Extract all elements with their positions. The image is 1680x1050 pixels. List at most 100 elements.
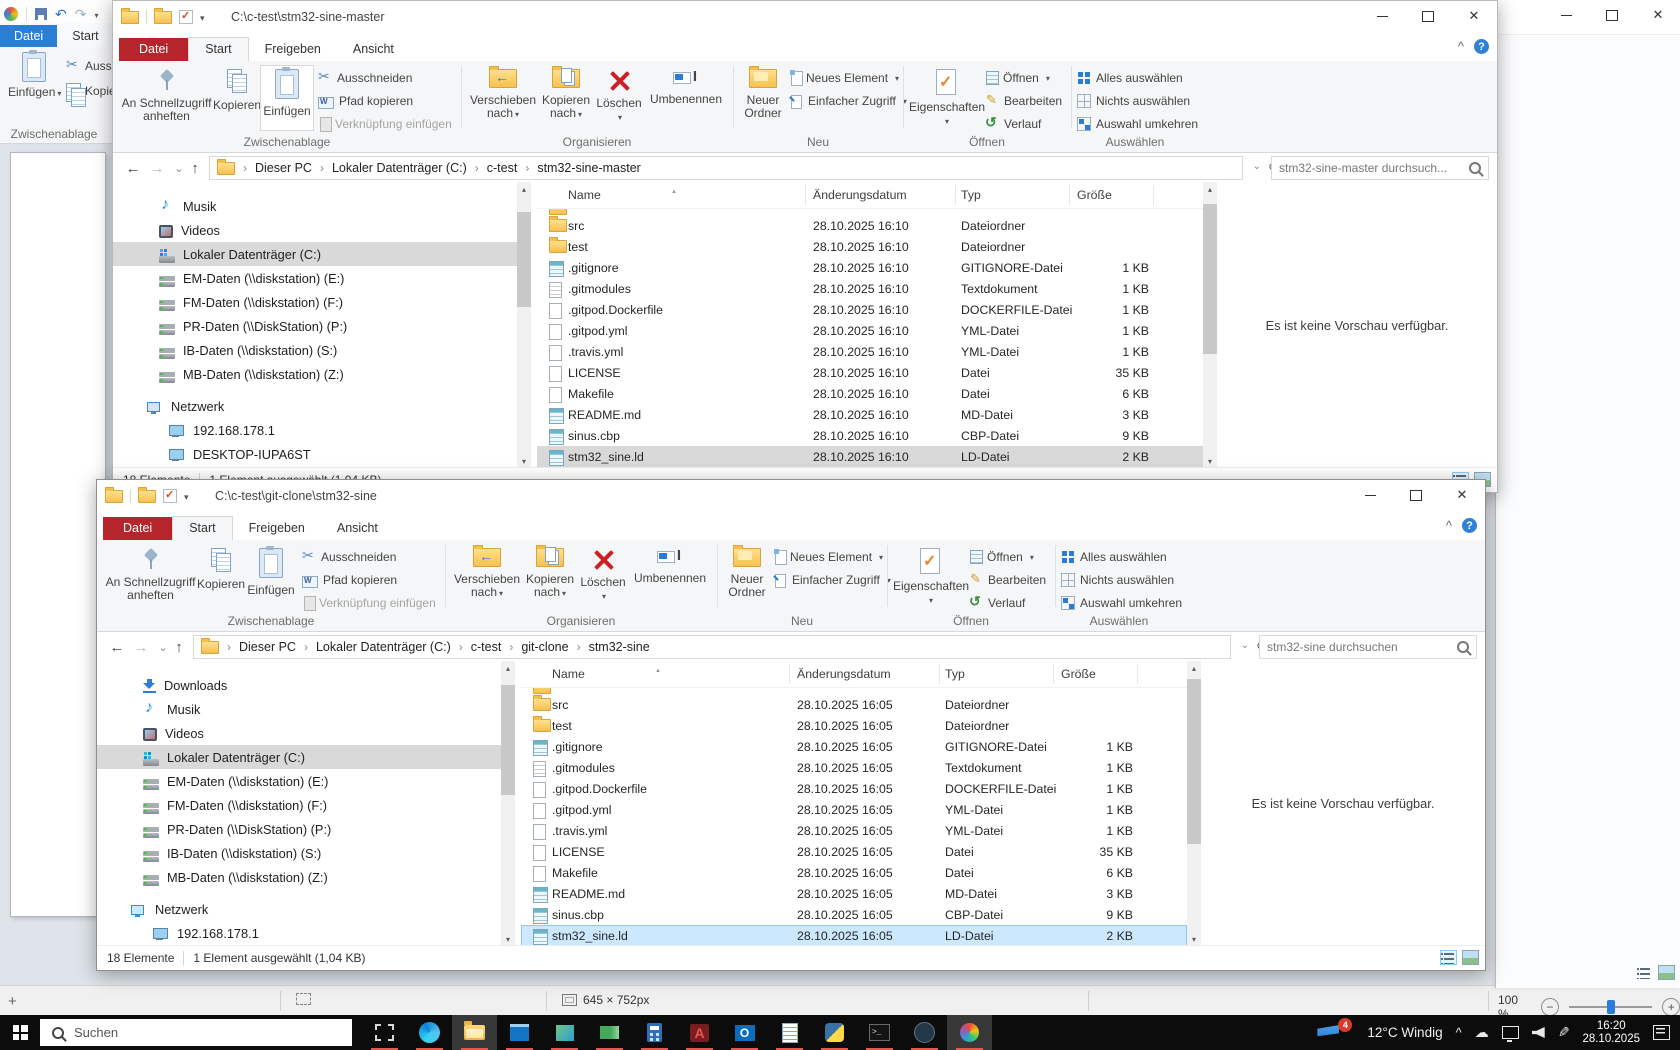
column-name[interactable]: Name	[552, 667, 585, 681]
qat-customize-icon[interactable]	[184, 489, 189, 503]
taskbar-app-window[interactable]	[497, 1015, 542, 1050]
easy-access-button[interactable]: Einfacher Zugriff ▾	[789, 91, 907, 111]
new-folder-button[interactable]: Neuer Ordner	[737, 66, 789, 130]
minimize-button[interactable]	[1347, 480, 1393, 510]
taskbar-app-paint[interactable]	[947, 1015, 992, 1050]
tab-ansicht[interactable]: Ansicht	[321, 517, 394, 540]
select-all-button[interactable]: Alles auswählen	[1077, 68, 1183, 88]
file-row[interactable]: .gitpod.yml 28.10.2025 16:05 YML-Datei 1…	[521, 799, 1187, 820]
properties-button[interactable]: Eigenschaften▾	[893, 545, 969, 609]
properties-check-icon[interactable]	[179, 9, 193, 24]
zoom-out-button[interactable]: −	[1541, 998, 1559, 1016]
list-scrollbar[interactable]	[1187, 661, 1201, 946]
file-row[interactable]: src 28.10.2025 16:05 Dateiordner	[521, 694, 1187, 715]
easy-access-button[interactable]: Einfacher Zugriff ▾	[773, 570, 891, 590]
pen-icon[interactable]	[1558, 1024, 1570, 1041]
nav-scrollbar[interactable]	[501, 661, 515, 946]
invert-selection-button[interactable]: Auswahl umkehren	[1077, 114, 1198, 134]
breadcrumb-item[interactable]: c-test	[451, 640, 502, 654]
maximize-button[interactable]	[1393, 480, 1439, 510]
column-date[interactable]: Änderungsdatum	[813, 188, 907, 202]
copy-to-button[interactable]: Kopieren nach ▾	[537, 66, 595, 130]
file-row[interactable]: src 28.10.2025 16:10 Dateiordner	[537, 215, 1203, 236]
sidebar-item[interactable]: 192.168.178.1	[113, 418, 517, 442]
file-row[interactable]: test 28.10.2025 16:05 Dateiordner	[521, 715, 1187, 736]
taskbar-app-photos[interactable]	[542, 1015, 587, 1050]
close-button[interactable]	[1635, 0, 1680, 30]
column-type[interactable]: Typ	[945, 667, 965, 681]
sidebar-item[interactable]: Lokaler Datenträger (C:)	[97, 745, 501, 769]
sidebar-item[interactable]: MB-Daten (\\diskstation) (Z:)	[97, 865, 501, 889]
breadcrumb-item[interactable]: stm32-sine-master	[517, 161, 641, 175]
close-button[interactable]	[1439, 480, 1485, 510]
taskbar-app-calculator[interactable]	[632, 1015, 677, 1050]
nav-scrollbar[interactable]	[517, 182, 531, 468]
open-button[interactable]: Öffnen ▾	[969, 547, 1034, 567]
tab-datei[interactable]: Datei	[103, 517, 173, 540]
up-button[interactable]	[185, 157, 205, 179]
sidebar-item[interactable]: Musik	[97, 697, 501, 721]
sidebar-item[interactable]: Lokaler Datenträger (C:)	[113, 242, 517, 266]
taskbar-app-devices[interactable]	[587, 1015, 632, 1050]
sidebar-item[interactable]: MB-Daten (\\diskstation) (Z:)	[113, 362, 517, 386]
tray-expand-icon[interactable]	[1456, 1025, 1462, 1040]
details-view-button[interactable]	[1440, 950, 1457, 965]
minimize-button[interactable]	[1359, 1, 1405, 31]
new-item-button[interactable]: Neues Element ▾	[773, 547, 883, 567]
paste-button[interactable]: Einfügen	[245, 545, 297, 609]
sidebar-item[interactable]: PR-Daten (\\DiskStation) (P:)	[97, 817, 501, 841]
breadcrumb-item[interactable]: stm32-sine	[569, 640, 650, 654]
cut-button[interactable]: Ausschneiden	[318, 68, 412, 88]
breadcrumb-item[interactable]: Dieser PC	[235, 161, 312, 175]
forward-button[interactable]	[147, 157, 167, 179]
taskbar-app-explorer[interactable]	[452, 1015, 497, 1050]
sidebar-item[interactable]: IB-Daten (\\diskstation) (S:)	[97, 841, 501, 865]
file-row[interactable]: sinus.cbp 28.10.2025 16:10 CBP-Datei 9 K…	[537, 425, 1203, 446]
properties-check-icon[interactable]	[163, 488, 177, 503]
collapse-ribbon-icon[interactable]	[1458, 39, 1464, 54]
file-row[interactable]: LICENSE 28.10.2025 16:10 Datei 35 KB	[537, 362, 1203, 383]
file-row[interactable]: stm32_sine.ld 28.10.2025 16:05 LD-Datei …	[521, 925, 1187, 946]
tab-start[interactable]: Start	[172, 516, 233, 540]
paste-button[interactable]: Einfügen	[260, 65, 314, 131]
file-row[interactable]: LICENSE 28.10.2025 16:05 Datei 35 KB	[521, 841, 1187, 862]
file-row[interactable]: test 28.10.2025 16:10 Dateiordner	[537, 236, 1203, 257]
onedrive-icon[interactable]	[1475, 1024, 1489, 1041]
copy-path-button[interactable]: Pfad kopieren	[302, 570, 397, 590]
qat-dropdown-icon[interactable]	[94, 7, 98, 21]
redo-icon[interactable]	[75, 6, 87, 23]
file-row[interactable]: Makefile 28.10.2025 16:05 Datei 6 KB	[521, 862, 1187, 883]
sidebar-item[interactable]: Videos	[113, 218, 517, 242]
cut-button[interactable]: Ausschneiden	[302, 547, 396, 567]
file-row[interactable]: Makefile 28.10.2025 16:10 Datei 6 KB	[537, 383, 1203, 404]
file-row[interactable]: .travis.yml 28.10.2025 16:10 YML-Datei 1…	[537, 341, 1203, 362]
back-button[interactable]	[123, 157, 143, 179]
zoom-slider[interactable]	[1568, 1000, 1653, 1014]
file-row[interactable]: README.md 28.10.2025 16:10 MD-Datei 3 KB	[537, 404, 1203, 425]
move-to-button[interactable]: Verschiebennach▾	[469, 66, 537, 130]
taskbar-app-outlook[interactable]	[722, 1015, 767, 1050]
copy-button[interactable]: Kopieren	[213, 66, 261, 130]
file-row[interactable]: .gitpod.yml 28.10.2025 16:10 YML-Datei 1…	[537, 320, 1203, 341]
column-size[interactable]: Größe	[1061, 667, 1096, 681]
volume-icon[interactable]	[1531, 1027, 1545, 1038]
help-icon[interactable]	[1474, 39, 1489, 54]
close-button[interactable]	[1451, 1, 1497, 31]
paint-tab-datei[interactable]: Datei	[0, 25, 58, 47]
breadcrumb-item[interactable]: git-clone	[501, 640, 568, 654]
sidebar-item[interactable]: EM-Daten (\\diskstation) (E:)	[113, 266, 517, 290]
sidebar-item[interactable]: Videos	[97, 721, 501, 745]
column-date[interactable]: Änderungsdatum	[797, 667, 891, 681]
breadcrumb-item[interactable]: Lokaler Datenträger (C:)	[312, 161, 467, 175]
taskbar-search-input[interactable]: Suchen	[40, 1019, 352, 1046]
breadcrumb[interactable]: Dieser PCLokaler Datenträger (C:)c-tests…	[209, 156, 1243, 180]
list-scrollbar[interactable]	[1203, 182, 1217, 468]
select-all-button[interactable]: Alles auswählen	[1061, 547, 1167, 567]
maximize-button[interactable]	[1589, 0, 1635, 30]
breadcrumb-item[interactable]: Lokaler Datenträger (C:)	[296, 640, 451, 654]
column-size[interactable]: Größe	[1077, 188, 1112, 202]
start-button[interactable]	[0, 1015, 40, 1050]
details-view-button[interactable]	[1636, 965, 1653, 980]
file-row[interactable]: .gitpod.Dockerfile 28.10.2025 16:05 DOCK…	[521, 778, 1187, 799]
edit-button[interactable]: Bearbeiten	[985, 91, 1062, 111]
